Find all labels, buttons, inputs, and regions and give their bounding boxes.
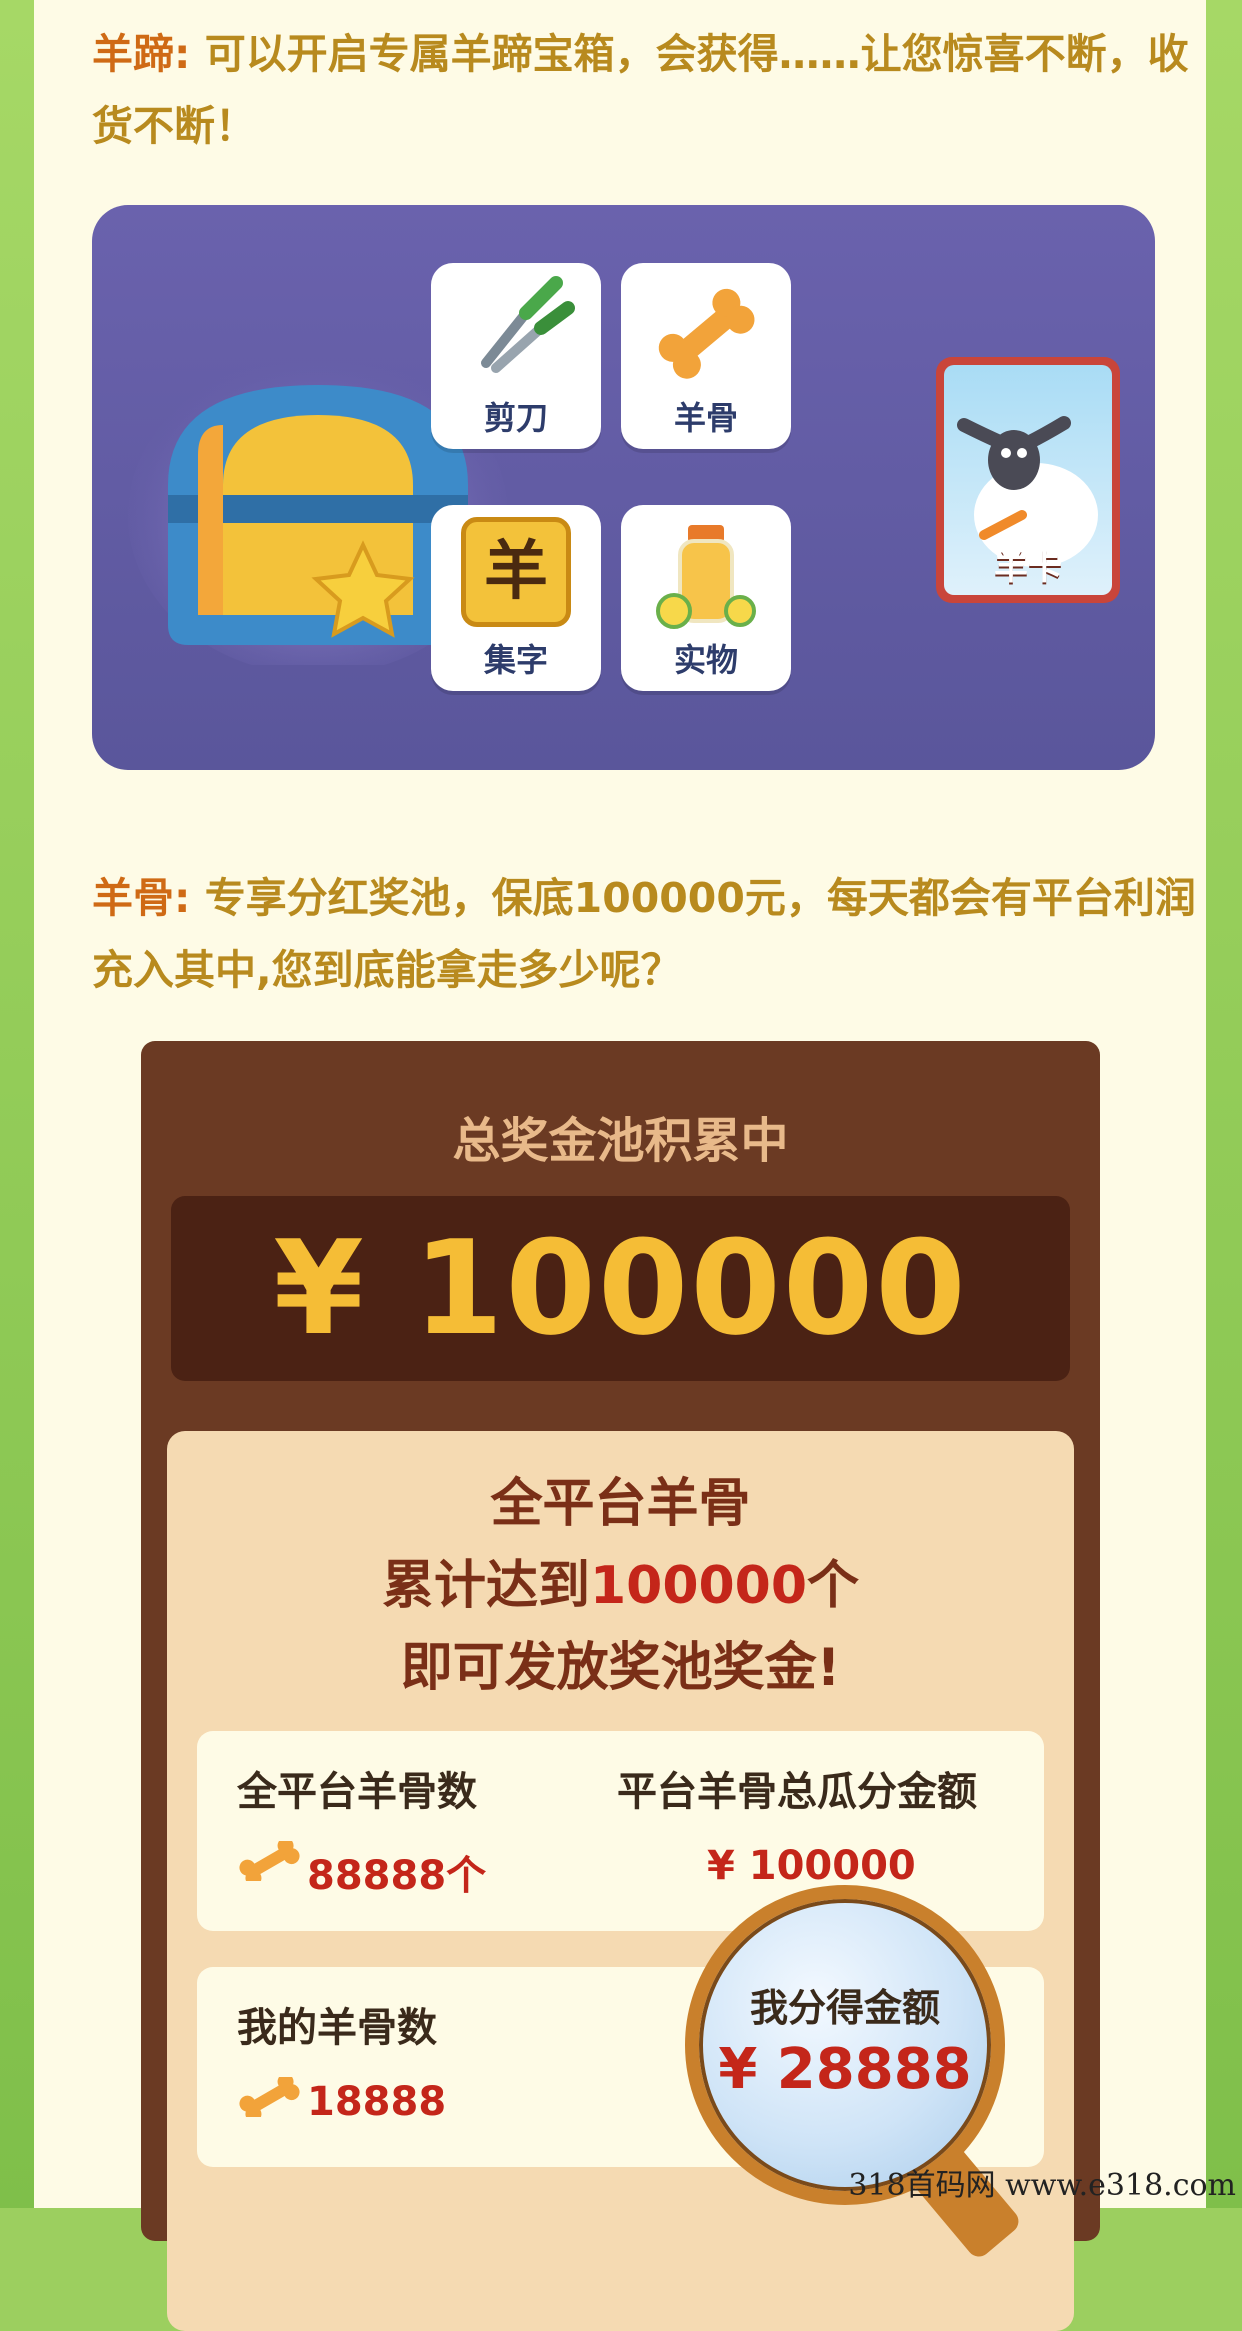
sheep-card-label: 羊卡 [994,548,1062,588]
info-line-2-post: 个 [807,1556,860,1616]
my-bone-count: 18888 [307,2079,447,2125]
magnifier-my-share: 我分得金额 ¥ 28888 [685,1885,1005,2205]
reward-label: 羊骨 [673,399,738,437]
pool-title: 总奖金池积累中 [452,1113,789,1169]
pool-amount-box: ¥ 100000 [171,1196,1070,1381]
right-grass-border [1202,0,1242,2208]
watermark: 318首码网 www.e318.com [848,2168,1236,2203]
reward-label: 集字 [483,641,548,679]
info-line-3: 即可发放奖池奖金! [400,1638,841,1698]
pool-amount: ¥ 100000 [273,1212,968,1364]
juice-bottle-icon [656,525,756,629]
info-line-2-pre: 累计达到 [381,1556,590,1616]
bone-description: 羊骨: 专享分红奖池，保底100000元，每天都会有平台利润充入其中,您到底能拿… [92,862,1212,1006]
character-tile-icon: 羊 [461,517,571,627]
platform-bone-count-label: 全平台羊骨数 [237,1769,477,1815]
hoof-text: 可以开启专属羊蹄宝箱，会获得……让您惊喜不断，收货不断！ [92,30,1189,150]
info-line-2: 累计达到100000个 [167,1543,1074,1618]
my-share-label: 我分得金额 [749,1986,940,2030]
platform-total-amount-label: 平台羊骨总瓜分金额 [617,1769,977,1815]
info-line-2-highlight: 100000 [589,1556,808,1616]
scissors-icon [481,276,575,373]
hoof-lead: 羊蹄: [92,30,191,78]
reward-card-scissors[interactable]: 剪刀 [431,263,601,449]
my-bone-count-label: 我的羊骨数 [237,2005,437,2051]
stats-row-platform: 全平台羊骨数 88888个 平台羊骨总瓜分金额 ¥ 100000 [197,1731,1044,1931]
bone-text: 专享分红奖池，保底100000元，每天都会有平台利润充入其中,您到底能拿走多少呢… [92,874,1196,994]
reward-label: 实物 [673,641,738,679]
bone-icon [239,2077,300,2117]
sheep-card[interactable]: 羊卡 [936,357,1120,603]
platform-total-amount: ¥ 100000 [707,1843,916,1889]
reward-label: 剪刀 [483,399,548,437]
reward-card-physical[interactable]: 实物 [621,505,791,691]
hoof-description: 羊蹄: 可以开启专属羊蹄宝箱，会获得……让您惊喜不断，收货不断！ [92,18,1212,162]
bone-lead: 羊骨: [92,874,191,922]
bone-icon [239,1841,300,1881]
platform-bone-count: 88888个 [307,1853,487,1899]
my-share-amount: ¥ 28888 [718,2037,972,2102]
reward-card-bone[interactable]: 羊骨 [621,263,791,449]
reward-card-character[interactable]: 羊 集字 [431,505,601,691]
bone-icon [658,288,755,379]
chest-panel: 剪刀 羊骨 羊 集字 实物 羊卡 [92,205,1155,770]
info-line-1: 全平台羊骨 [490,1474,751,1534]
